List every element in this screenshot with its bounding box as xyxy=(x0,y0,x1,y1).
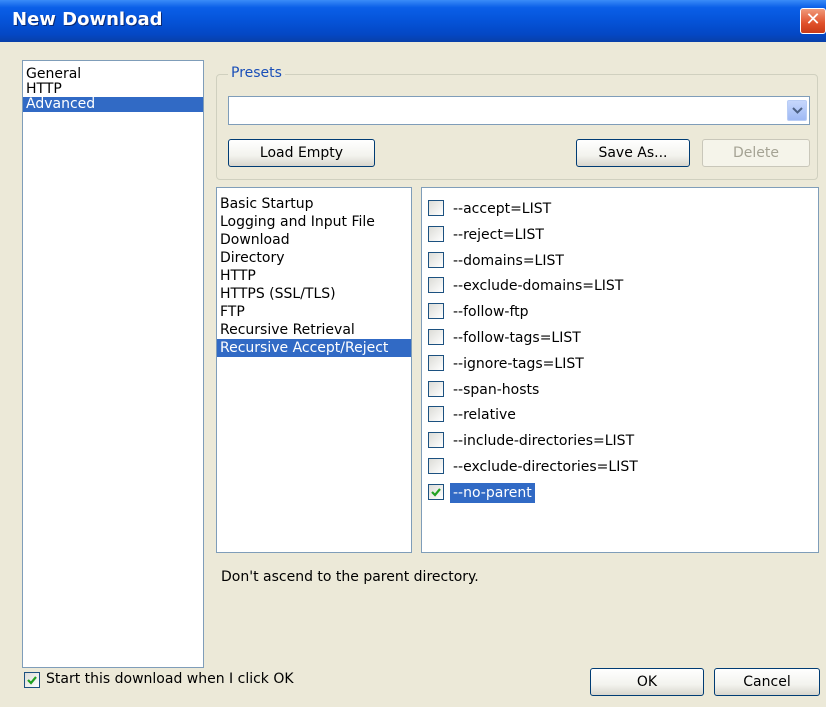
section-item[interactable]: Recursive Retrieval xyxy=(217,321,411,339)
option-label: --domains=LIST xyxy=(453,252,564,269)
checkmark-icon xyxy=(27,676,37,685)
option-checkbox[interactable] xyxy=(428,380,444,397)
section-item[interactable]: HTTPS (SSL/TLS) xyxy=(217,285,411,303)
start-download-label: Start this download when I click OK xyxy=(46,671,294,687)
window-title: New Download xyxy=(12,9,163,30)
option-label: --exclude-directories=LIST xyxy=(453,459,638,475)
delete-button[interactable]: Delete xyxy=(702,139,810,167)
category-item-advanced[interactable]: Advanced xyxy=(23,97,203,112)
option-label: --include-directories=LIST xyxy=(453,433,635,450)
option-checkbox[interactable] xyxy=(428,354,444,371)
section-item[interactable]: Download xyxy=(217,231,411,249)
presets-label: Presets xyxy=(228,65,285,81)
checkmark-icon xyxy=(431,488,441,497)
section-item[interactable]: Recursive Accept/Reject xyxy=(217,339,411,357)
section-list: Basic Startup Logging and Input File Downl… xyxy=(216,187,412,553)
option-label: --no-parent xyxy=(450,482,535,503)
option-label: --reject=LIST xyxy=(453,226,544,243)
presets-combobox[interactable] xyxy=(228,96,810,125)
section-item[interactable]: Basic Startup xyxy=(217,195,411,213)
close-icon: ✕ xyxy=(805,9,821,30)
option-label: --exclude-domains=LIST xyxy=(453,278,624,295)
option-checkbox[interactable] xyxy=(428,200,444,216)
option-checkbox[interactable] xyxy=(428,251,444,268)
option-label: --ignore-tags=LIST xyxy=(453,355,584,372)
category-item-general[interactable]: General xyxy=(23,67,203,82)
section-item[interactable]: Logging and Input File xyxy=(217,213,411,231)
option-checkbox[interactable] xyxy=(428,225,444,242)
option-list: --accept=LIST --reject=LIST --domains=LIST… xyxy=(421,187,819,553)
save-as-button[interactable]: Save As... xyxy=(576,139,690,167)
close-button[interactable]: ✕ xyxy=(800,8,826,34)
option-label: --follow-ftp xyxy=(453,304,529,321)
option-checkbox[interactable] xyxy=(428,483,444,500)
option-checkbox[interactable] xyxy=(428,277,444,294)
option-checkbox[interactable] xyxy=(428,458,444,474)
option-checkbox[interactable] xyxy=(428,303,444,320)
new-download-dialog: New Download ✕ General HTTP Advanced Prese… xyxy=(0,0,826,707)
chevron-down-icon xyxy=(792,107,803,114)
load-empty-button[interactable]: Load Empty xyxy=(228,139,375,167)
option-label: --follow-tags=LIST xyxy=(453,330,581,346)
presets-dropdown-button[interactable] xyxy=(787,100,807,121)
start-download-check[interactable] xyxy=(24,672,40,688)
category-list: General HTTP Advanced xyxy=(22,60,204,668)
ok-button[interactable]: OK xyxy=(590,668,704,696)
title-bar[interactable]: New Download ✕ xyxy=(0,0,826,42)
option-label: --relative xyxy=(453,407,516,424)
section-item[interactable]: HTTP xyxy=(217,267,411,285)
option-description: Don't ascend to the parent directory. xyxy=(221,569,479,585)
option-checkbox[interactable] xyxy=(428,406,444,423)
option-checkbox[interactable] xyxy=(428,329,444,345)
option-label: --accept=LIST xyxy=(453,201,552,217)
section-item[interactable]: FTP xyxy=(217,303,411,321)
cancel-button[interactable]: Cancel xyxy=(714,668,820,696)
option-label: --span-hosts xyxy=(453,381,540,398)
section-item[interactable]: Directory xyxy=(217,249,411,267)
option-checkbox[interactable] xyxy=(428,432,444,449)
category-item-http[interactable]: HTTP xyxy=(23,82,203,97)
